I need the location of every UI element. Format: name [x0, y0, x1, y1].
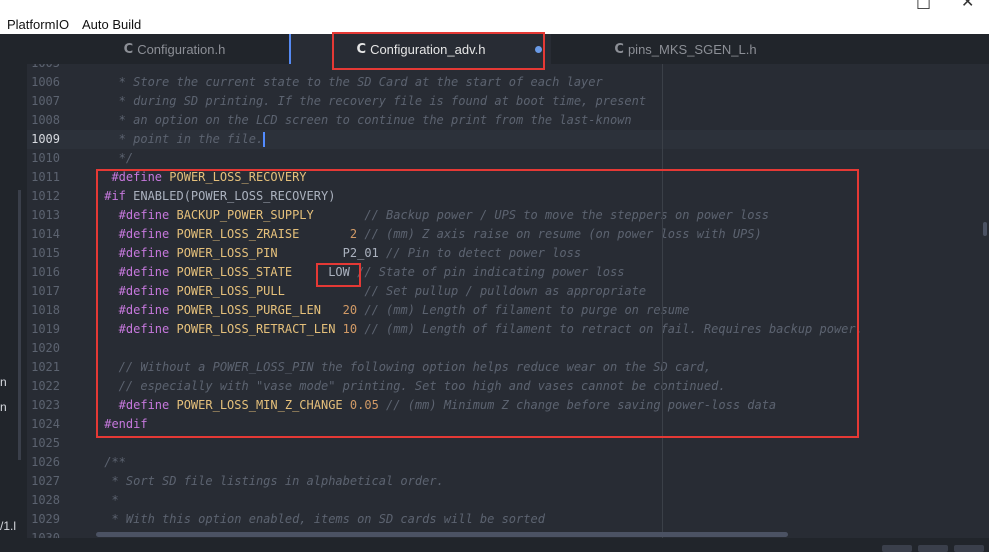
code-text: * With this option enabled, items on SD …	[97, 510, 545, 529]
horizontal-scrollbar[interactable]	[96, 532, 788, 537]
code-token: * Sort SD file listings in alphabetical …	[97, 474, 444, 488]
line-number: 1021	[31, 360, 60, 374]
line-number: 1005	[27, 64, 60, 73]
code-token: * during SD printing. If the recovery fi…	[97, 94, 647, 108]
maximize-icon[interactable]: □	[916, 0, 931, 11]
line-number: 1013	[31, 208, 60, 222]
tab-label: Configuration.h	[137, 41, 226, 57]
status-button[interactable]	[918, 545, 948, 552]
code-text: * Sort SD file listings in alphabetical …	[97, 472, 444, 491]
code-line[interactable]: 1029 * With this option enabled, items o…	[27, 510, 989, 529]
code-text: */	[97, 149, 133, 168]
code-token: * Store the current state to the SD Card…	[97, 75, 603, 89]
close-icon[interactable]: ✕	[961, 0, 974, 11]
highlight-active-tab-box	[332, 32, 545, 70]
code-line[interactable]: 1010 */	[27, 149, 989, 168]
tab-label: pins_MKS_SGEN_L.h	[627, 41, 757, 57]
code-line[interactable]: 1009 * point in the file.	[27, 130, 989, 149]
c-file-icon: C	[614, 41, 624, 57]
line-number: 1024	[31, 417, 60, 431]
line-number: 1015	[31, 246, 60, 260]
c-file-icon: C	[123, 41, 134, 57]
code-text: * during SD printing. If the recovery fi…	[97, 92, 646, 111]
code-line[interactable]: 1006 * Store the current state to the SD…	[27, 73, 989, 92]
code-token: /**	[97, 455, 126, 469]
side-panel-text: n	[0, 400, 7, 414]
line-number: 1012	[31, 189, 60, 203]
line-number: 1009	[31, 132, 60, 146]
menu-bar: PlatformIO Auto Build □ ✕	[0, 0, 989, 34]
line-number: 1007	[31, 94, 60, 108]
vertical-scrollbar[interactable]	[983, 222, 987, 236]
code-line[interactable]: 1027 * Sort SD file listings in alphabet…	[27, 472, 989, 491]
highlight-code-block-box	[96, 169, 859, 438]
line-number: 1010	[31, 151, 60, 165]
code-line[interactable]: 1007 * during SD printing. If the recove…	[27, 92, 989, 111]
menu-platformio[interactable]: PlatformIO	[7, 17, 69, 32]
code-token: * point in the file.	[97, 132, 264, 146]
line-number: 1014	[31, 227, 60, 241]
side-panel[interactable]: n n /1.l	[0, 64, 27, 552]
code-token: */	[97, 151, 134, 165]
code-line[interactable]: 1008 * an option on the LCD screen to co…	[27, 111, 989, 130]
code-text: *	[97, 491, 119, 510]
code-text: * an option on the LCD screen to continu…	[97, 111, 632, 130]
line-number: 1008	[31, 113, 60, 127]
code-token: * an option on the LCD screen to continu…	[97, 113, 632, 127]
code-line[interactable]: 1028 *	[27, 491, 989, 510]
line-number: 1023	[31, 398, 60, 412]
side-panel-text: /1.l	[0, 519, 17, 533]
line-number: 1026	[31, 455, 60, 469]
code-text: * point in the file.	[97, 130, 265, 149]
line-number: 1011	[31, 170, 60, 184]
status-button[interactable]	[882, 545, 912, 552]
code-line[interactable]: 1026 /**	[27, 453, 989, 472]
line-number: 1027	[31, 474, 60, 488]
tab-configuration-h[interactable]: C Configuration.h	[60, 34, 289, 64]
text-cursor	[263, 132, 265, 147]
side-panel-text: n	[0, 375, 7, 389]
code-text: * Store the current state to the SD Card…	[97, 73, 603, 92]
line-number: 1028	[31, 493, 60, 507]
line-number: 1020	[31, 341, 60, 355]
code-token: * With this option enabled, items on SD …	[97, 512, 545, 526]
highlight-low-value-box	[316, 263, 361, 287]
status-button[interactable]	[954, 545, 984, 552]
menu-auto-build[interactable]: Auto Build	[82, 17, 141, 32]
line-number: 1017	[31, 284, 60, 298]
line-number: 1016	[31, 265, 60, 279]
line-number: 1006	[31, 75, 60, 89]
line-number: 1025	[31, 436, 60, 450]
line-number: 1029	[31, 512, 60, 526]
line-number: 1022	[31, 379, 60, 393]
tab-pins-mks-sgen-l-h[interactable]: C pins_MKS_SGEN_L.h	[553, 34, 818, 64]
line-number: 1018	[31, 303, 60, 317]
code-token: *	[97, 493, 119, 507]
line-number: 1019	[31, 322, 60, 336]
code-text: /**	[97, 453, 126, 472]
panel-scrollbar[interactable]	[18, 190, 21, 460]
status-bar	[0, 538, 989, 552]
